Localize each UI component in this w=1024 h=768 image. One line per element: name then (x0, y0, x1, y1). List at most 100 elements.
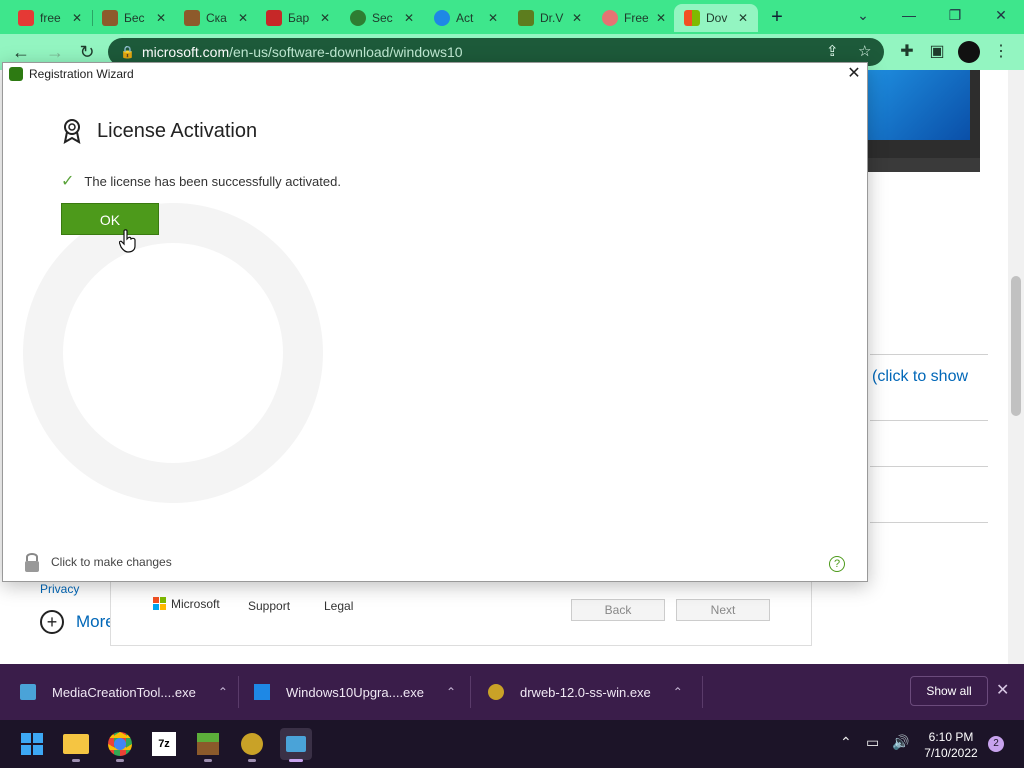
tab-search-chevron-icon[interactable]: ⌄ (840, 0, 886, 30)
tab-download-active[interactable]: Dov ✕ (674, 4, 758, 32)
download-filename: Windows10Upgra....exe (286, 684, 425, 700)
plus-circle-icon: + (40, 610, 64, 634)
drweb-watermark (23, 203, 323, 503)
download-shelf: MediaCreationTool....exe ⌃ Windows10Upgr… (0, 664, 1024, 720)
volume-icon[interactable]: 🔊 (892, 734, 909, 751)
lock-label: Click to make changes (51, 555, 172, 569)
download-divider (470, 676, 471, 708)
yandex-icon (18, 10, 34, 26)
menu-kebab-icon[interactable]: ⋮ (990, 41, 1012, 63)
tab-ska[interactable]: Ска ✕ (174, 4, 258, 32)
forward-arrow-icon[interactable]: → (42, 40, 68, 64)
tab-bar[interactable]: Бар ✕ (256, 4, 340, 32)
profile-avatar[interactable] (958, 41, 980, 63)
setup-app-button[interactable] (280, 728, 312, 762)
activation-status: ✓ The license has been successfully acti… (61, 171, 341, 191)
privacy-link[interactable]: Privacy (40, 582, 79, 596)
tab-label: Act (456, 11, 474, 25)
chevron-up-icon[interactable]: ⌃ (673, 685, 683, 699)
fps-icon (266, 10, 282, 26)
notification-badge[interactable]: 2 (988, 736, 1004, 752)
tab-close-icon[interactable]: ✕ (656, 11, 666, 25)
download-divider (238, 676, 239, 708)
tab-close-icon[interactable]: ✕ (572, 11, 582, 25)
download-item[interactable]: MediaCreationTool....exe ⌃ (20, 664, 228, 720)
start-button[interactable] (16, 728, 48, 760)
7zip-button[interactable]: 7z (148, 728, 180, 760)
tab-label: Бес (124, 11, 145, 25)
new-tab-button[interactable]: + (764, 6, 790, 28)
side-panel-icon[interactable]: ▣ (926, 41, 948, 63)
drweb-button[interactable] (236, 728, 268, 762)
microsoft-logo: Microsoft (153, 597, 220, 611)
reload-icon[interactable]: ↻ (74, 40, 100, 64)
support-link[interactable]: Support (248, 599, 290, 613)
scrollbar-thumb[interactable] (1011, 276, 1021, 416)
extensions-puzzle-icon[interactable]: ✚ (896, 41, 918, 63)
tab-close-icon[interactable]: ✕ (72, 11, 82, 25)
tab-yandex[interactable]: free ✕ (8, 4, 92, 32)
network-icon[interactable]: ▭ (866, 734, 879, 751)
running-indicator (204, 759, 212, 762)
tab-sec[interactable]: Sec ✕ (340, 4, 424, 32)
laptop-image (858, 70, 980, 172)
tab-close-icon[interactable]: ✕ (404, 11, 414, 25)
close-window-button[interactable]: ✕ (978, 0, 1024, 30)
windows-desktop-image (866, 70, 970, 140)
show-all-button[interactable]: Show all (910, 676, 988, 706)
ok-button[interactable]: OK (61, 203, 159, 235)
legal-link[interactable]: Legal (324, 599, 353, 613)
dialog-close-button[interactable]: ✕ (843, 63, 865, 85)
chrome-button[interactable] (104, 728, 136, 762)
dialog-titlebar: Registration Wizard (3, 63, 867, 85)
tab-label: Dov (706, 11, 728, 25)
download-item[interactable]: drweb-12.0-ss-win.exe ⌃ (488, 664, 683, 720)
tab-close-icon[interactable]: ✕ (320, 11, 330, 25)
tab-close-icon[interactable]: ✕ (488, 11, 498, 25)
running-indicator (289, 759, 303, 762)
next-button[interactable]: Next (676, 599, 770, 621)
download-item[interactable]: Windows10Upgra....exe ⌃ (254, 664, 456, 720)
back-arrow-icon[interactable]: ← (8, 40, 34, 64)
close-shelf-icon[interactable]: ✕ (996, 680, 1009, 700)
tab-bes[interactable]: Бес ✕ (92, 4, 176, 32)
globe-icon (350, 10, 366, 26)
tab-drweb[interactable]: Dr.V ✕ (508, 4, 592, 32)
tray-chevron-icon[interactable]: ⌃ (840, 734, 852, 751)
help-icon[interactable]: ? (829, 556, 845, 572)
chevron-up-icon[interactable]: ⌃ (218, 685, 228, 699)
download-divider (702, 676, 703, 708)
divider (870, 420, 988, 421)
running-indicator (72, 759, 80, 762)
tab-free[interactable]: Free ✕ (592, 4, 676, 32)
bird-icon (434, 10, 450, 26)
page-scrollbar[interactable] (1008, 70, 1024, 664)
click-to-show-link[interactable]: (click to show (872, 368, 968, 386)
back-button[interactable]: Back (571, 599, 665, 621)
tab-close-icon[interactable]: ✕ (738, 11, 748, 25)
tab-label: Free (624, 11, 648, 25)
url-host: microsoft.com (142, 44, 230, 60)
setup-icon (286, 736, 306, 752)
minimize-button[interactable]: — (886, 0, 932, 30)
more-label: More (76, 612, 115, 631)
more-link[interactable]: + More (40, 610, 115, 634)
dialog-title: Registration Wizard (29, 67, 134, 81)
system-clock[interactable]: 6:10 PM 7/10/2022 (918, 729, 984, 761)
setup-icon (20, 684, 36, 700)
creeper-icon (102, 10, 118, 26)
tab-act[interactable]: Act ✕ (424, 4, 508, 32)
restore-button[interactable]: ❐ (932, 0, 978, 30)
chevron-up-icon[interactable]: ⌃ (446, 685, 456, 699)
tab-label: free (40, 11, 61, 25)
update-assistant-window: Microsoft Support Legal Back Next (110, 580, 812, 646)
file-explorer-button[interactable] (60, 728, 92, 762)
registration-wizard-dialog: Registration Wizard ✕ License Activation… (2, 62, 868, 582)
running-indicator (248, 759, 256, 762)
7zip-icon: 7z (152, 732, 176, 756)
tab-close-icon[interactable]: ✕ (238, 11, 248, 25)
minecraft-button[interactable] (192, 728, 224, 762)
lock-settings[interactable]: Click to make changes (23, 551, 172, 573)
windows-icon (254, 684, 270, 700)
tab-close-icon[interactable]: ✕ (156, 11, 166, 25)
